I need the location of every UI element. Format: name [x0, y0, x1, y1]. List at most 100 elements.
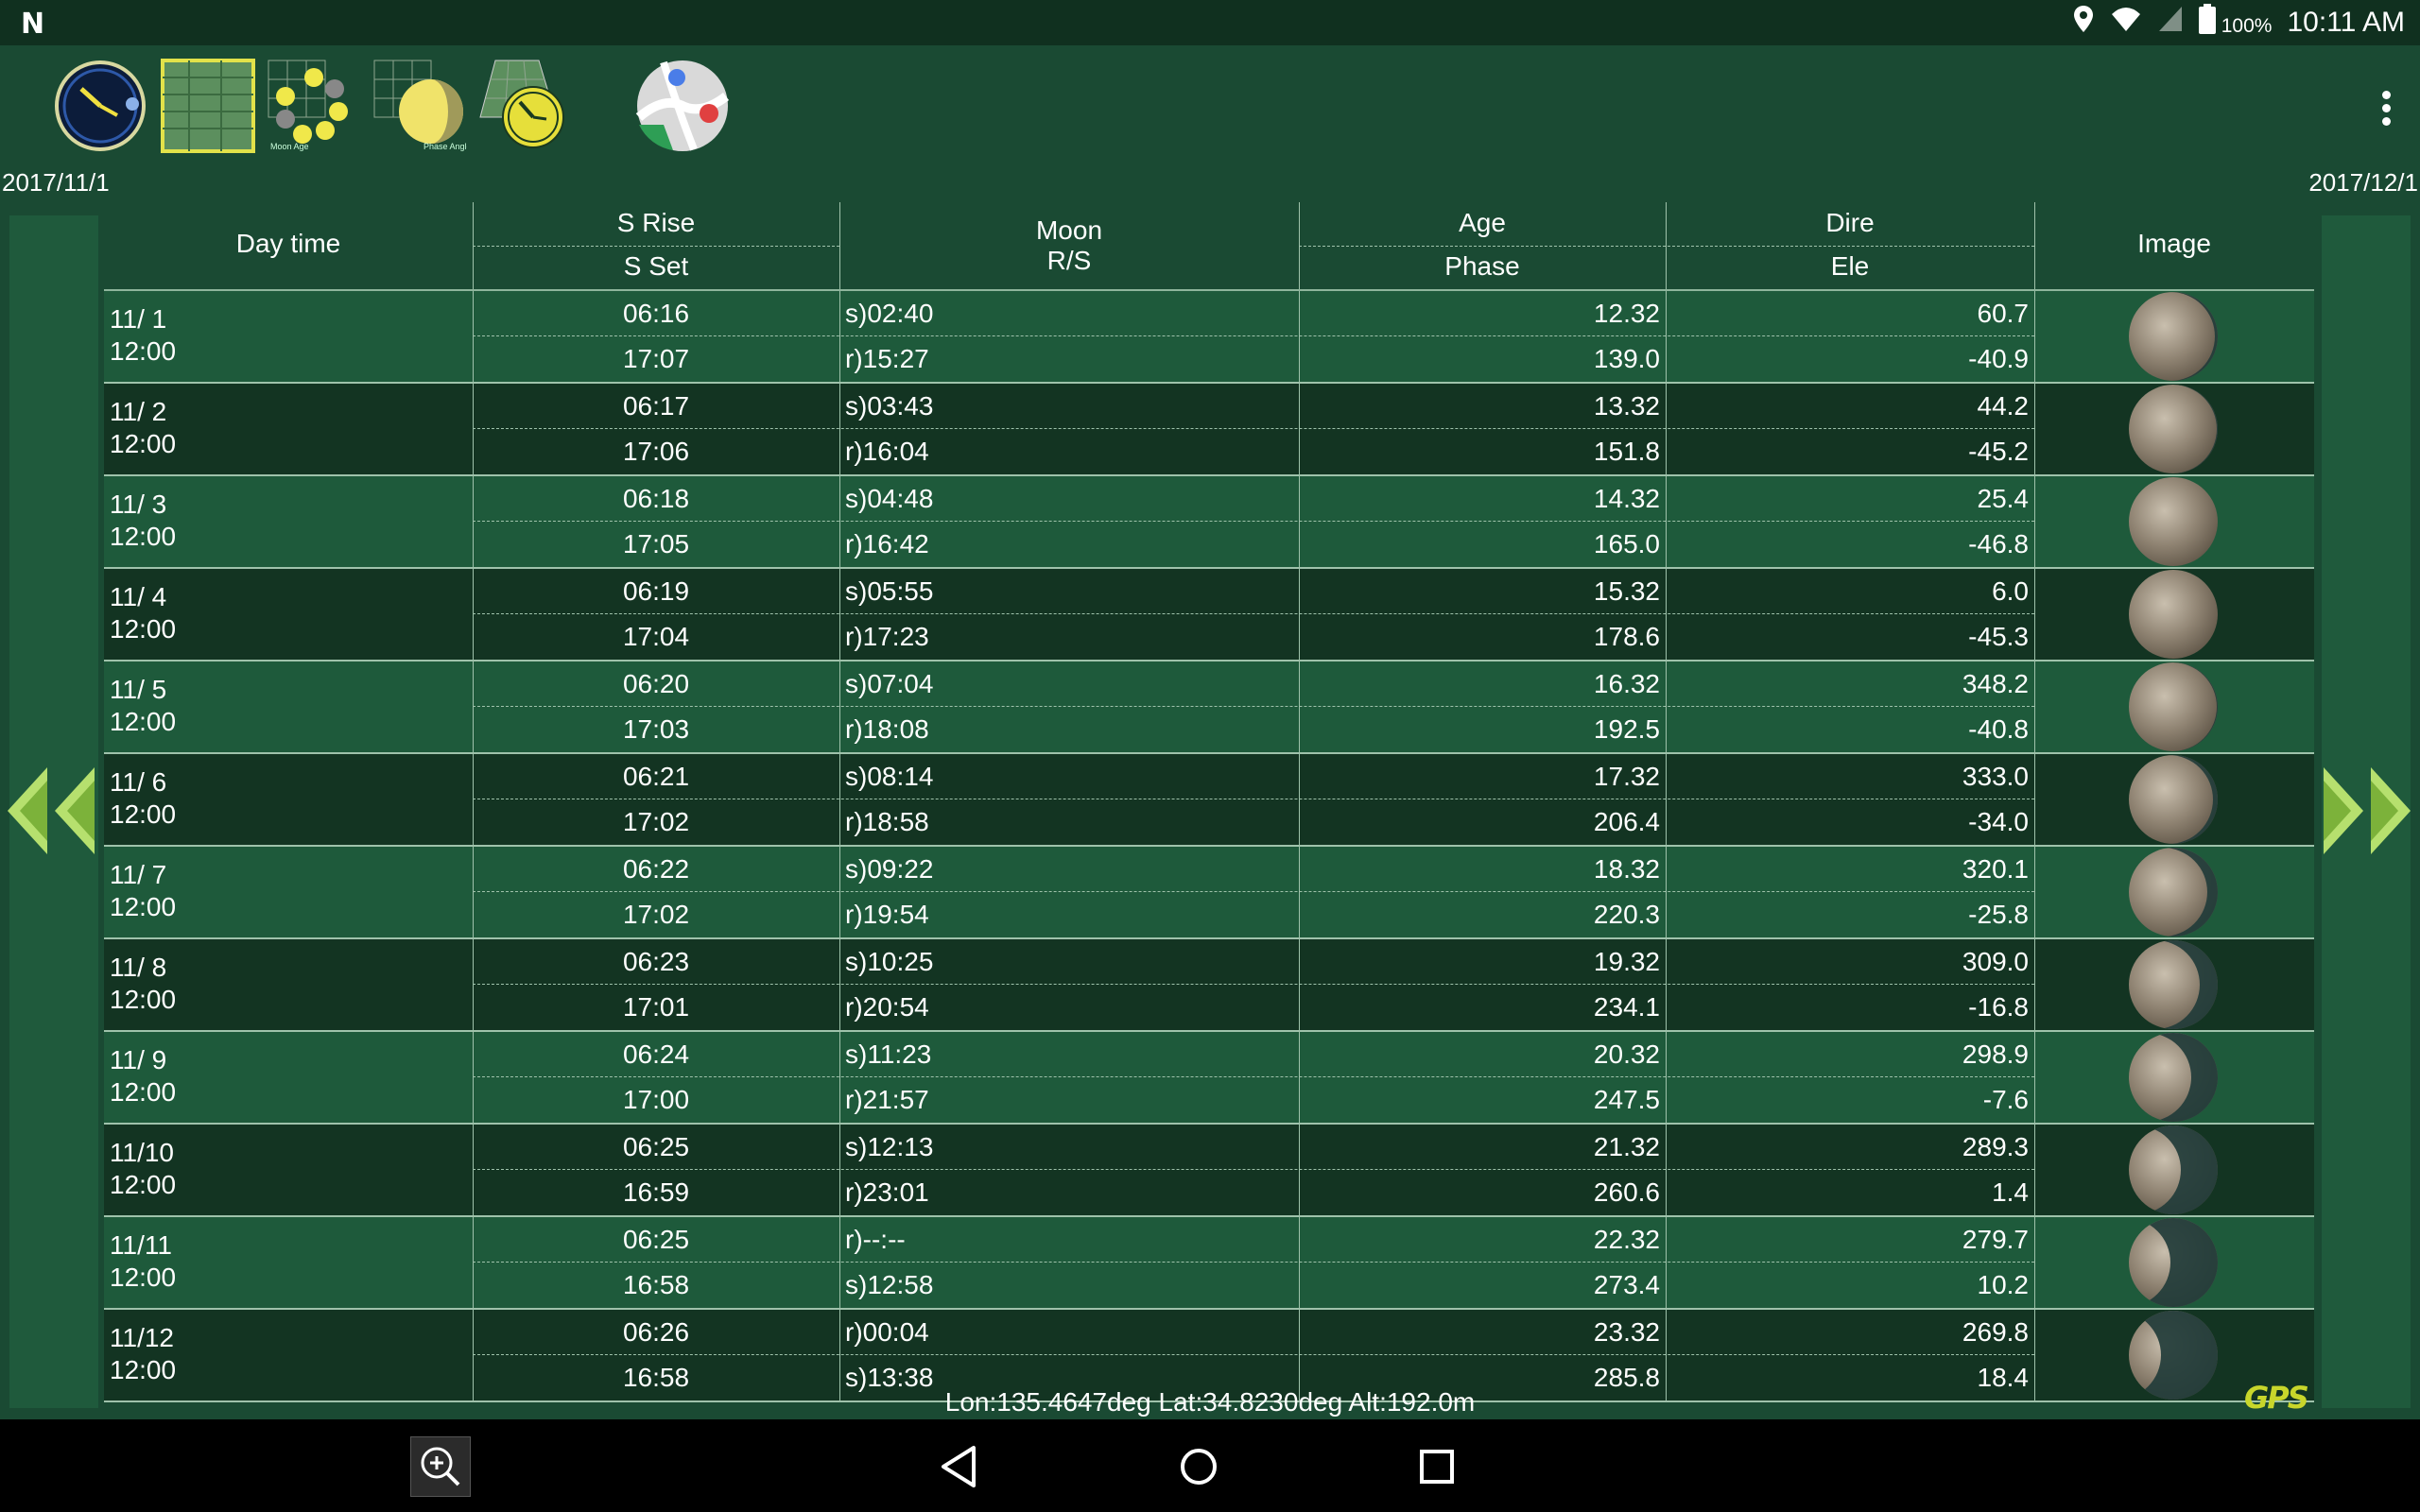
range-end-date: 2017/12/1 — [2308, 168, 2418, 197]
moon-direction: 320.1 — [1962, 854, 2029, 884]
gps-indicator[interactable]: GPS — [2244, 1380, 2309, 1416]
table-row: 11/ 2 12:00 06:17 17:06 s)03:43 r)16:04 13.32 1… — [104, 384, 2314, 476]
sun-set: 17:00 — [622, 1085, 690, 1114]
moon-age: 14.32 — [1593, 484, 1660, 513]
header-moon-rs: R/S — [1046, 246, 1092, 275]
moon-event-1: s)05:55 — [845, 576, 934, 606]
table-row: 11/ 9 12:00 06:24 17:00 s)11:23 r)21:57 20.32 2… — [104, 1032, 2314, 1125]
sun-rise: 06:18 — [622, 484, 690, 513]
back-icon[interactable] — [936, 1440, 989, 1493]
sun-rise: 06:23 — [622, 947, 690, 976]
moon-phase: 165.0 — [1593, 529, 1660, 558]
battery-percent: 100% — [2221, 15, 2273, 37]
moon-image — [2129, 1125, 2218, 1214]
table-row: 11/ 6 12:00 06:21 17:02 s)08:14 r)18:58 17.32 2… — [104, 754, 2314, 847]
sun-set: 17:04 — [622, 622, 690, 651]
sun-rise: 06:19 — [622, 576, 690, 606]
sun-set: 17:07 — [622, 344, 690, 373]
phase-angle-icon[interactable]: Phase Angle — [372, 59, 472, 153]
moon-phase: 247.5 — [1593, 1085, 1660, 1114]
moon-direction: 269.8 — [1962, 1317, 2029, 1347]
row-date: 11/ 6 — [110, 767, 167, 797]
sun-set: 17:01 — [622, 992, 690, 1022]
sun-set: 16:59 — [622, 1177, 690, 1207]
sun-rise: 06:20 — [622, 669, 690, 698]
svg-text:Phase Angle: Phase Angle — [424, 142, 467, 151]
moon-elevation: -46.8 — [1968, 529, 2029, 558]
moon-image — [2129, 570, 2218, 659]
moon-event-1: s)07:04 — [845, 669, 934, 698]
moon-event-2: r)23:01 — [845, 1177, 929, 1207]
sun-set: 17:02 — [622, 900, 690, 929]
moon-phase: 206.4 — [1593, 807, 1660, 836]
row-time: 12:00 — [110, 985, 177, 1014]
table-row: 11/ 3 12:00 06:18 17:05 s)04:48 r)16:42 14.32 1… — [104, 476, 2314, 569]
moon-age: 18.32 — [1593, 854, 1660, 884]
next-arrow-icon[interactable] — [2322, 764, 2412, 858]
row-date: 11/ 4 — [110, 582, 167, 611]
moon-age-icon[interactable]: Moon Age — [267, 59, 361, 153]
row-date: 11/ 9 — [110, 1045, 167, 1074]
header-sun-set: S Set — [623, 251, 689, 281]
sun-rise: 06:26 — [622, 1317, 690, 1347]
moon-direction: 44.2 — [1977, 391, 2030, 421]
header-age: Age — [1459, 208, 1506, 237]
moon-event-1: s)12:13 — [845, 1132, 934, 1161]
row-date: 11/ 5 — [110, 675, 167, 704]
row-time: 12:00 — [110, 799, 177, 829]
moon-event-2: r)20:54 — [845, 992, 929, 1022]
moon-image — [2129, 848, 2218, 936]
moon-phase: 139.0 — [1593, 344, 1660, 373]
moon-elevation: -45.2 — [1968, 437, 2029, 466]
moon-direction: 348.2 — [1962, 669, 2029, 698]
clock: 10:11 AM — [2287, 7, 2405, 38]
moon-event-1: s)03:43 — [845, 391, 934, 421]
header-daytime: Day time — [235, 229, 341, 258]
map-icon[interactable] — [635, 59, 730, 153]
moon-elevation: -34.0 — [1968, 807, 2029, 836]
sun-set: 17:06 — [622, 437, 690, 466]
previous-arrow-icon[interactable] — [6, 764, 96, 858]
moon-event-2: r)16:42 — [845, 529, 929, 558]
recents-icon[interactable] — [1410, 1440, 1463, 1493]
moon-direction: 309.0 — [1962, 947, 2029, 976]
moon-event-1: r)--:-- — [845, 1225, 906, 1254]
moon-direction: 289.3 — [1962, 1132, 2029, 1161]
moon-event-1: s)10:25 — [845, 947, 934, 976]
moon-elevation: 1.4 — [1992, 1177, 2029, 1207]
system-navigation-bar — [0, 1419, 2420, 1512]
moon-elevation: -45.3 — [1968, 622, 2029, 651]
table-body: 11/ 1 12:00 06:16 17:07 s)02:40 r)15:27 12.32 1… — [104, 291, 2314, 1402]
overflow-menu-icon[interactable] — [2380, 87, 2392, 144]
sun-set: 17:05 — [622, 529, 690, 558]
row-date: 11/ 7 — [110, 860, 167, 889]
signal-icon — [2157, 5, 2184, 41]
header-elevation: Ele — [1830, 251, 1870, 281]
moon-elevation: -40.8 — [1968, 714, 2029, 744]
moon-age: 21.32 — [1593, 1132, 1660, 1161]
sun-rise: 06:16 — [622, 299, 690, 328]
home-icon[interactable] — [1172, 1440, 1225, 1493]
clock-dial-icon[interactable] — [53, 59, 147, 153]
moon-age: 17.32 — [1593, 762, 1660, 791]
table-row: 11/10 12:00 06:25 16:59 s)12:13 r)23:01 21.32 2… — [104, 1125, 2314, 1217]
row-date: 11/ 2 — [110, 397, 167, 426]
range-start-date: 2017/11/1 — [2, 168, 110, 197]
calendar-table-icon[interactable] — [161, 59, 255, 153]
row-time: 12:00 — [110, 522, 177, 551]
sky-clock-icon[interactable] — [478, 59, 573, 153]
moon-event-1: s)04:48 — [845, 484, 934, 513]
moon-elevation: -25.8 — [1968, 900, 2029, 929]
row-time: 12:00 — [110, 429, 177, 458]
moon-event-1: s)02:40 — [845, 299, 934, 328]
row-time: 12:00 — [110, 707, 177, 736]
sun-rise: 06:25 — [622, 1225, 690, 1254]
moon-image — [2129, 662, 2218, 751]
moon-age: 13.32 — [1593, 391, 1660, 421]
sun-rise: 06:21 — [622, 762, 690, 791]
moon-event-1: s)11:23 — [845, 1040, 932, 1069]
moon-event-1: s)08:14 — [845, 762, 934, 791]
moon-event-2: r)17:23 — [845, 622, 929, 651]
zoom-in-icon[interactable] — [410, 1436, 471, 1497]
sun-rise: 06:25 — [622, 1132, 690, 1161]
